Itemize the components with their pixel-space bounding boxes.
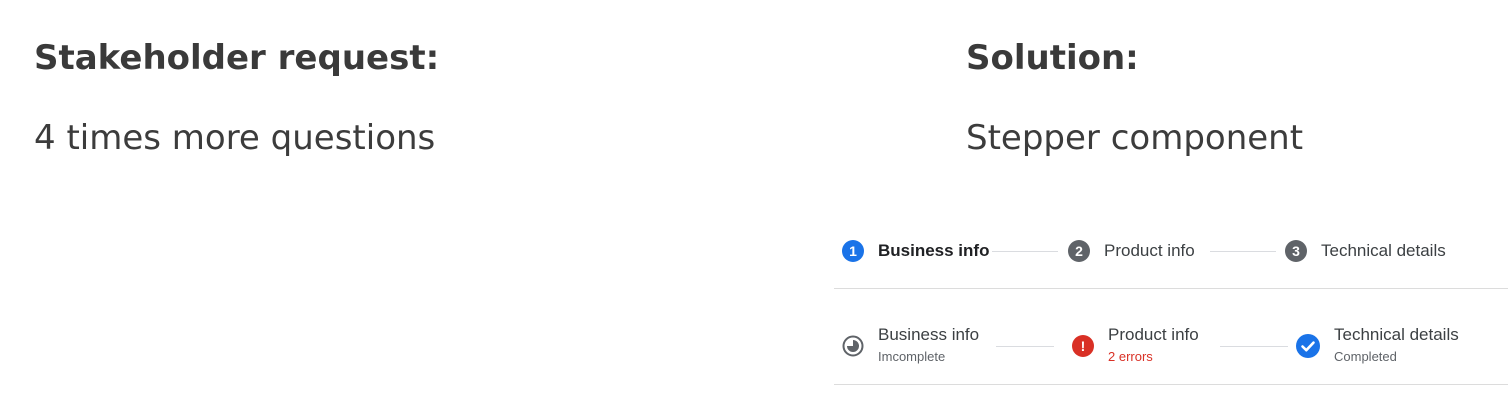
step-3[interactable]: 3 Technical details [1285, 240, 1446, 262]
check-circle-icon [1296, 333, 1320, 358]
status-step-1-label: Business info [878, 325, 980, 344]
stakeholder-subtitle: 4 times more questions [34, 118, 436, 158]
incomplete-progress-icon [842, 335, 864, 356]
step-2[interactable]: 2 Product info [1068, 240, 1195, 262]
step-3-number-icon: 3 [1285, 240, 1307, 262]
step-1-number-icon: 1 [842, 240, 864, 262]
stakeholder-heading: Stakeholder request: [34, 38, 440, 78]
stepper-horizontal: 1 Business info 2 Product info 3 Technic… [834, 222, 1508, 289]
status-step-1-status: Imcomplete [878, 349, 946, 364]
step-1-label: Business info [878, 241, 990, 260]
status-step-3-label: Technical details [1334, 325, 1459, 344]
status-step-3-status: Completed [1334, 349, 1397, 364]
status-step-3[interactable]: Technical details Completed [1296, 325, 1459, 366]
step-connector [1220, 346, 1288, 347]
step-connector [996, 346, 1054, 347]
status-step-2[interactable]: ! Product info 2 errors [1072, 325, 1199, 366]
step-connector [992, 251, 1058, 252]
solution-subtitle: Stepper component [966, 118, 1304, 158]
status-step-2-status: 2 errors [1108, 349, 1153, 364]
step-2-number-icon: 2 [1068, 240, 1090, 262]
step-1[interactable]: 1 Business info [842, 240, 989, 262]
step-2-label: Product info [1104, 241, 1195, 260]
status-step-2-label: Product info [1108, 325, 1199, 344]
stepper-with-status: Business info Imcomplete ! Product info … [834, 310, 1508, 385]
status-step-1[interactable]: Business info Imcomplete [842, 325, 979, 366]
step-connector [1210, 251, 1276, 252]
error-icon: ! [1072, 334, 1094, 357]
solution-heading: Solution: [966, 38, 1139, 78]
step-3-label: Technical details [1321, 241, 1446, 260]
